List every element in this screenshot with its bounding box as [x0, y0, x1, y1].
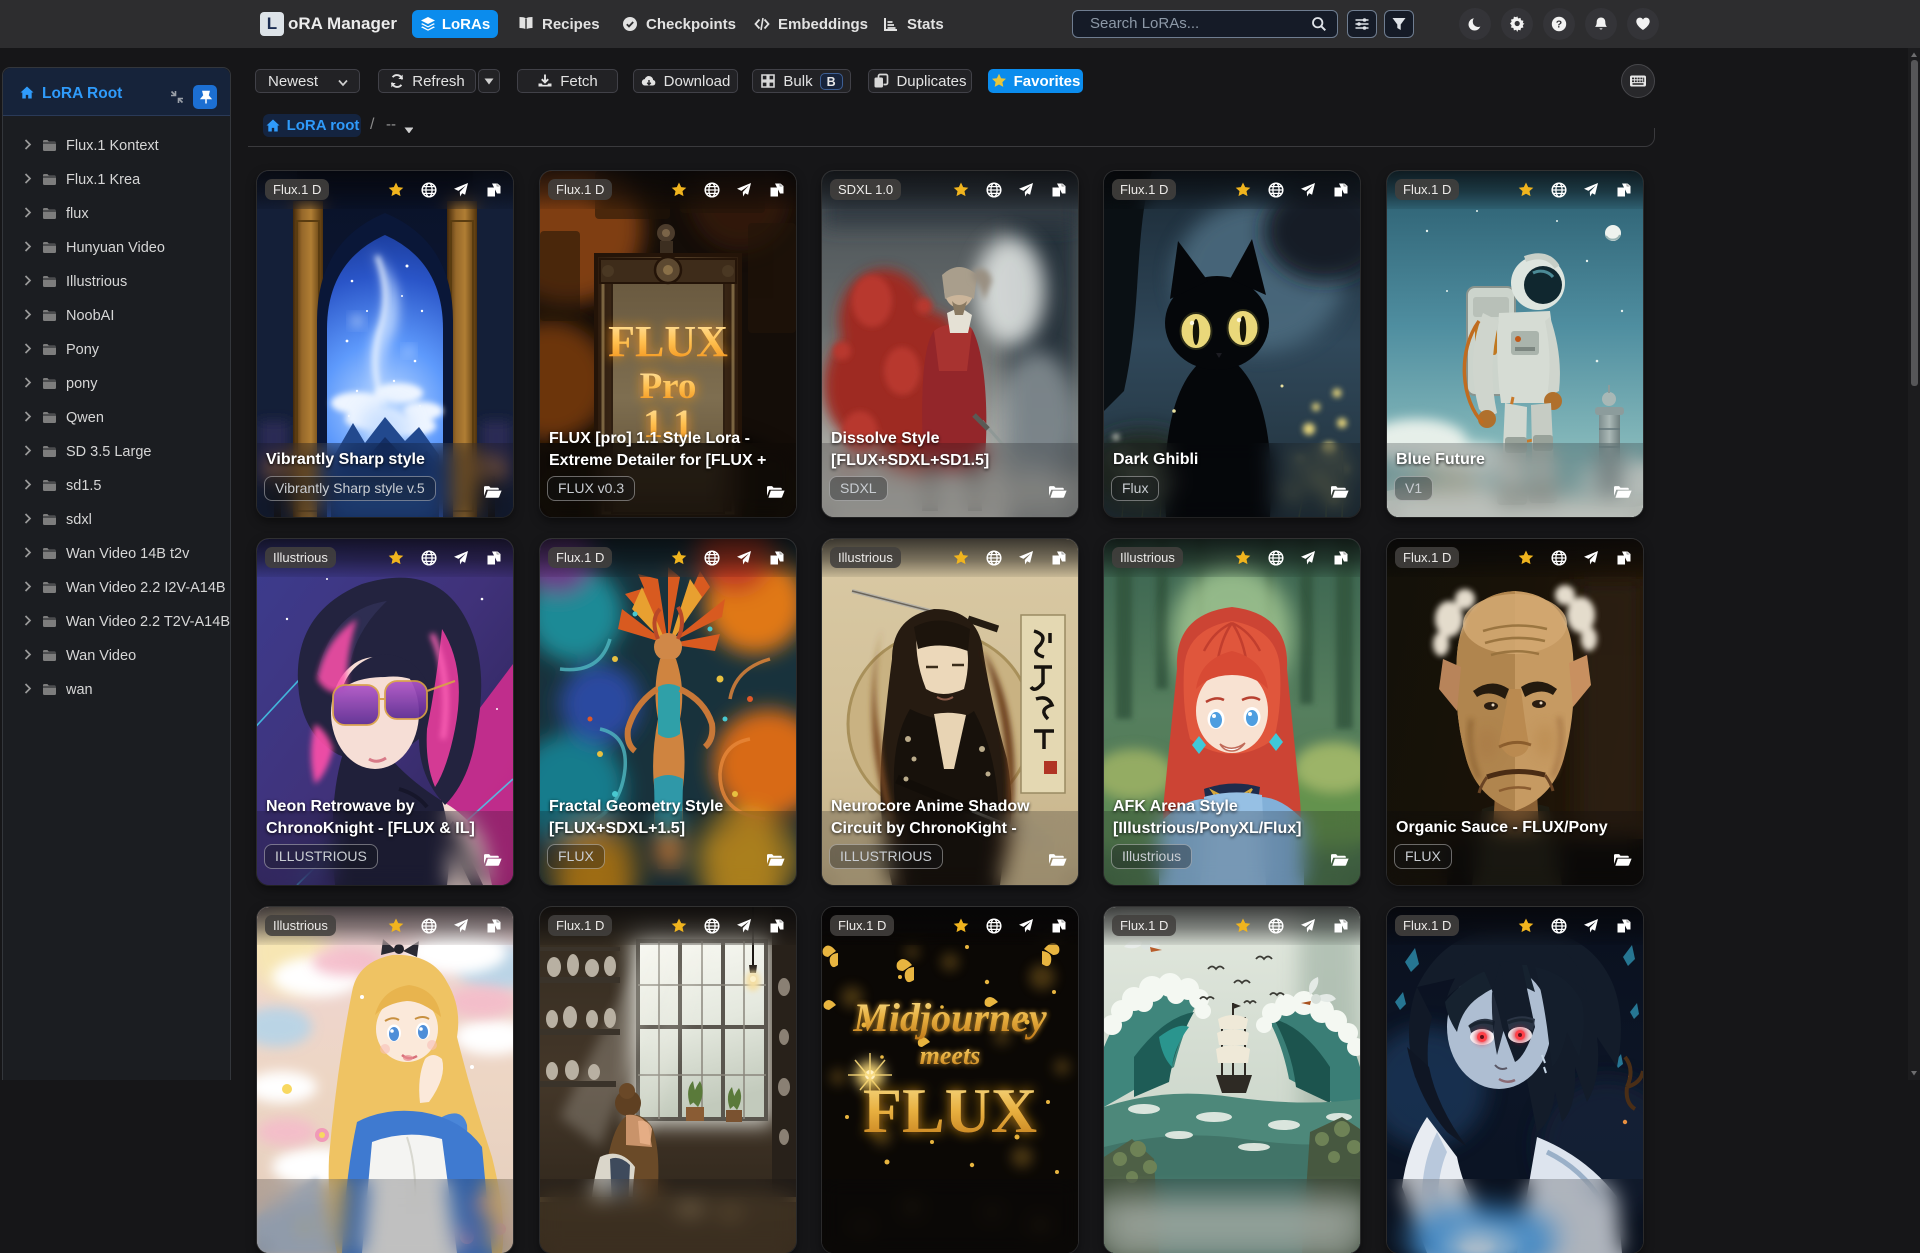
svg-text:meets: meets — [920, 1041, 981, 1070]
svg-text:FLUX: FLUX — [863, 1075, 1037, 1146]
svg-text:FLUX: FLUX — [608, 317, 728, 366]
svg-text:Midjourney: Midjourney — [852, 995, 1047, 1040]
svg-text:?: ? — [1556, 19, 1562, 31]
